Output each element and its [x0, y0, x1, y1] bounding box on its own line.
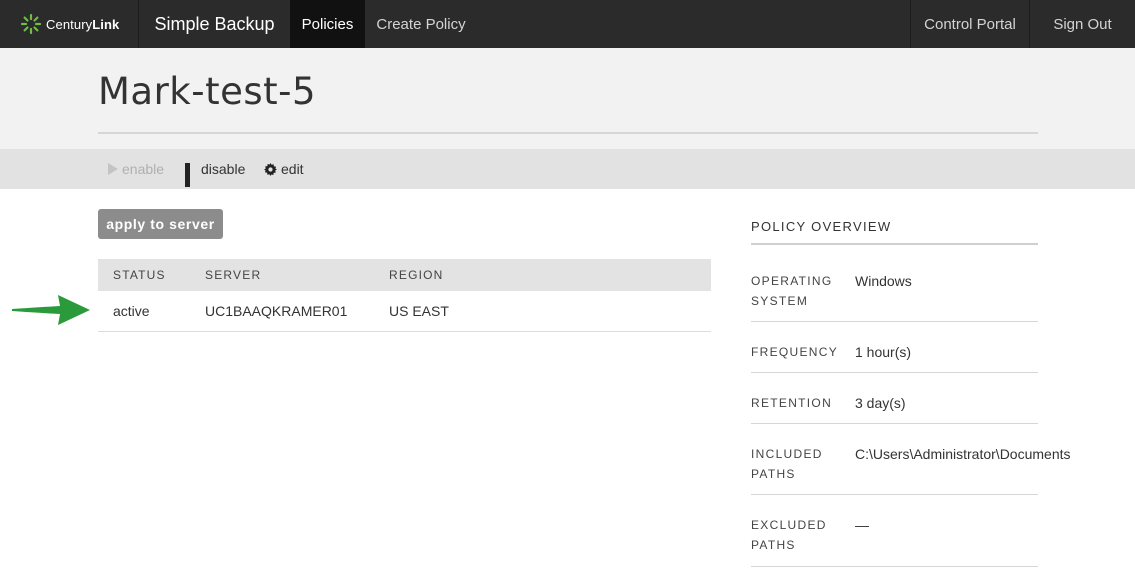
disable-button[interactable]: disable [185, 149, 245, 189]
overview-value: 1 hour(s) [855, 344, 912, 360]
overview-retention: RETENTION 3 day(s) [751, 393, 1038, 424]
overview-included-paths: INCLUDED PATHS C:\Users\Administrator\Doc… [751, 444, 1071, 495]
overview-frequency: FREQUENCY 1 hour(s) [751, 342, 1038, 373]
policy-overview-title: POLICY OVERVIEW [751, 219, 892, 234]
overview-label: OPERATING SYSTEM [751, 274, 833, 308]
page-title: Mark-test-5 [98, 70, 317, 113]
app-name-link[interactable]: Simple Backup [138, 0, 290, 48]
overview-label: EXCLUDED PATHS [751, 518, 827, 552]
nav-policies[interactable]: Policies [290, 0, 365, 48]
overview-excluded-paths: EXCLUDED PATHS — [751, 515, 1038, 567]
centurylink-logo-icon [20, 13, 42, 35]
column-header-region: REGION [389, 268, 444, 282]
table-row[interactable]: active UC1BAAQKRAMER01 US EAST [98, 291, 711, 332]
page-header: Mark-test-5 [0, 48, 1135, 149]
table-header: STATUS SERVER REGION [98, 259, 711, 291]
brand-name: CenturyLink [46, 16, 120, 32]
brand-logo[interactable]: CenturyLink [0, 0, 138, 48]
header-divider [98, 132, 1038, 134]
top-navbar: CenturyLink Simple Backup Policies Creat… [0, 0, 1135, 48]
overview-operating-system: OPERATING SYSTEM Windows [751, 271, 1038, 322]
nav-create-policy[interactable]: Create Policy [365, 0, 477, 48]
edit-button[interactable]: edit [264, 149, 304, 189]
overview-value: C:\Users\Administrator\Documents [855, 446, 1071, 462]
overview-value: Windows [855, 273, 912, 289]
enable-label: enable [122, 161, 165, 177]
apply-to-server-button[interactable]: apply to server [98, 209, 223, 239]
overview-label: INCLUDED PATHS [751, 447, 823, 481]
policy-toolbar: enable disable edit [0, 149, 1135, 189]
nav-control-portal[interactable]: Control Portal [910, 0, 1029, 48]
overview-label: FREQUENCY [751, 345, 839, 359]
server-status: active [113, 303, 150, 319]
play-icon [108, 163, 118, 175]
disable-label: disable [201, 161, 246, 177]
column-header-status: STATUS [113, 268, 166, 282]
column-header-server: SERVER [205, 268, 262, 282]
overview-label: RETENTION [751, 396, 833, 410]
pause-icon [185, 163, 197, 187]
server-name: UC1BAAQKRAMER01 [205, 303, 348, 319]
enable-button[interactable]: enable [108, 149, 164, 189]
overview-divider [751, 243, 1038, 245]
nav-sign-out[interactable]: Sign Out [1029, 0, 1135, 48]
gear-icon [264, 162, 277, 176]
edit-label: edit [281, 161, 304, 177]
overview-value: — [855, 517, 869, 533]
server-region: US EAST [389, 303, 449, 319]
green-arrow-icon [12, 295, 90, 325]
server-table: STATUS SERVER REGION active UC1BAAQKRAME… [98, 259, 711, 332]
overview-value: 3 day(s) [855, 395, 906, 411]
